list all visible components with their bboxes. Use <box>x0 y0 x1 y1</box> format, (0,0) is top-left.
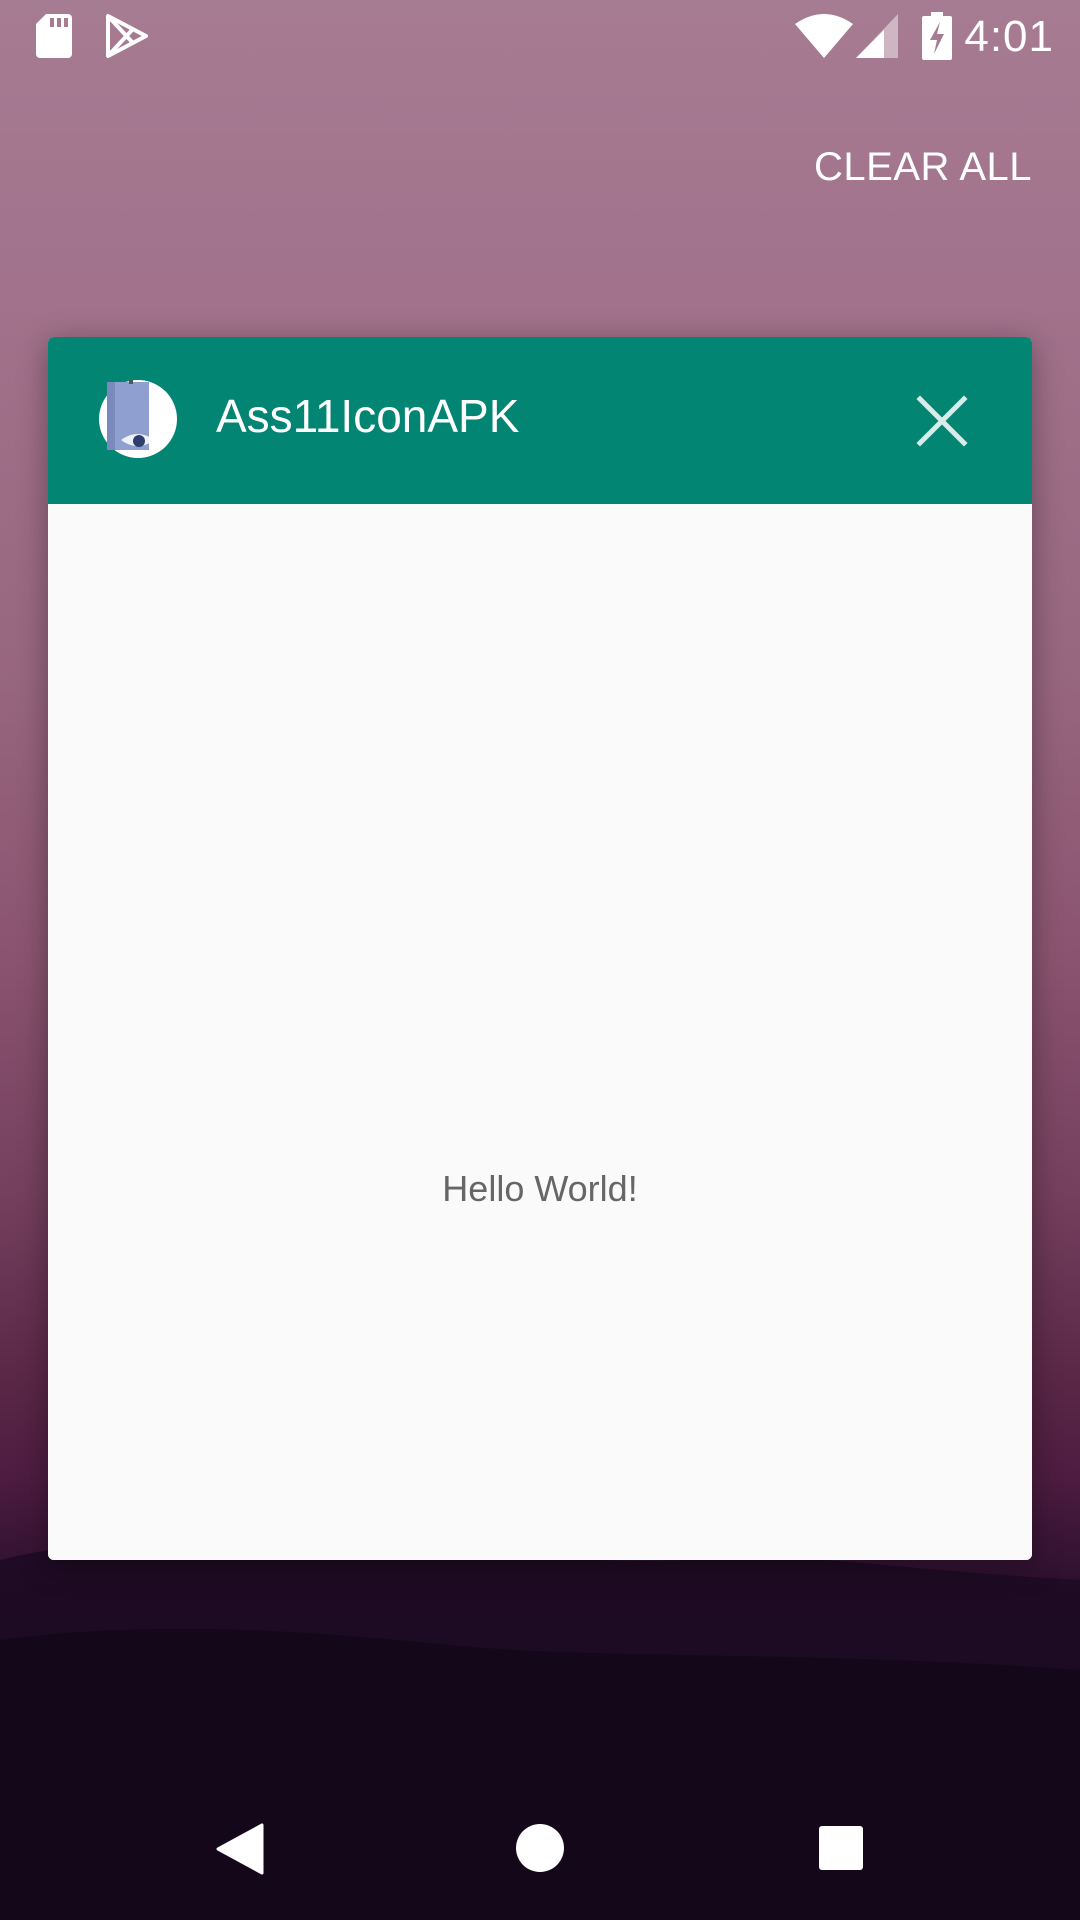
app-icon <box>99 380 177 458</box>
home-icon[interactable] <box>515 1823 565 1873</box>
status-bar: 4:01 <box>0 0 1080 72</box>
sd-card-icon <box>36 14 72 58</box>
app-screenshot <box>48 504 1032 1560</box>
app-name: Ass11IconAPK <box>216 390 520 442</box>
back-icon[interactable] <box>216 1823 264 1875</box>
cell-signal-icon <box>856 14 898 58</box>
status-time: 4:01 <box>964 12 1054 61</box>
battery-charging-icon <box>922 12 952 60</box>
navigation-bar <box>0 1780 1080 1920</box>
wifi-icon <box>795 14 853 58</box>
hello-world-text: Hello World! <box>442 1168 638 1209</box>
close-icon[interactable] <box>914 393 970 449</box>
card-header: Ass11IconAPK <box>48 337 1032 504</box>
recents-icon[interactable] <box>818 1825 864 1871</box>
recent-app-card[interactable]: Ass11IconAPK <box>48 337 1032 1560</box>
play-store-icon <box>106 14 148 58</box>
clear-all-button[interactable]: CLEAR ALL <box>814 145 1032 190</box>
